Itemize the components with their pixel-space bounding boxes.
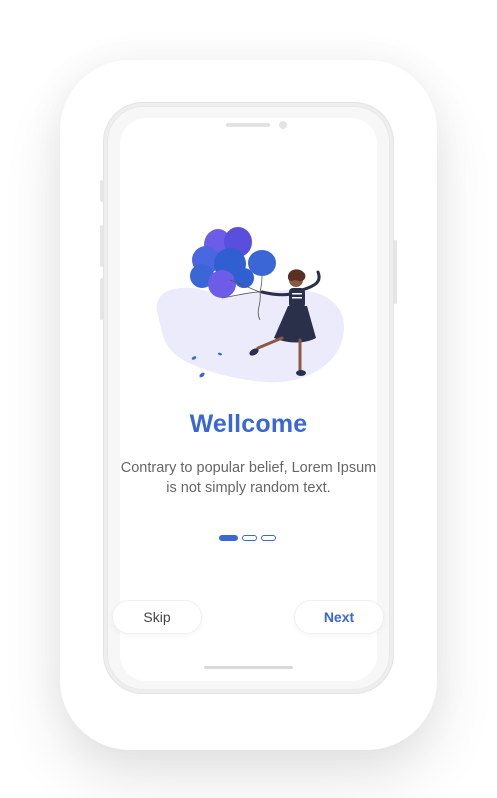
leaf-icon bbox=[199, 372, 205, 378]
onboarding-description: Contrary to popular belief, Lorem Ipsum … bbox=[120, 460, 377, 496]
home-indicator bbox=[204, 666, 293, 669]
phone-volume-up-button bbox=[100, 225, 103, 267]
woman-hair bbox=[287, 269, 306, 282]
woman-shoe bbox=[296, 370, 306, 376]
woman-shirt-stripe bbox=[292, 293, 302, 295]
phone-side-button bbox=[100, 180, 103, 202]
woman-shirt-stripe bbox=[292, 297, 302, 299]
balloon-icon bbox=[248, 250, 276, 276]
skip-button[interactable]: Skip bbox=[112, 600, 202, 634]
pagination-dot[interactable] bbox=[242, 535, 257, 541]
illustration-blob bbox=[156, 287, 345, 383]
phone-speaker bbox=[226, 123, 270, 127]
next-button[interactable]: Next bbox=[294, 600, 384, 634]
onboarding-title: Wellcome bbox=[189, 410, 308, 438]
pagination-dots bbox=[219, 535, 276, 541]
pagination-dot-active[interactable] bbox=[219, 535, 238, 541]
phone-volume-down-button bbox=[100, 278, 103, 320]
pagination-dot[interactable] bbox=[261, 535, 276, 541]
woman-with-balloons-illustration bbox=[156, 227, 345, 383]
phone-power-button bbox=[394, 240, 397, 304]
phone-camera bbox=[279, 121, 287, 129]
balloon-icon bbox=[208, 270, 236, 298]
app-screen bbox=[120, 118, 377, 681]
